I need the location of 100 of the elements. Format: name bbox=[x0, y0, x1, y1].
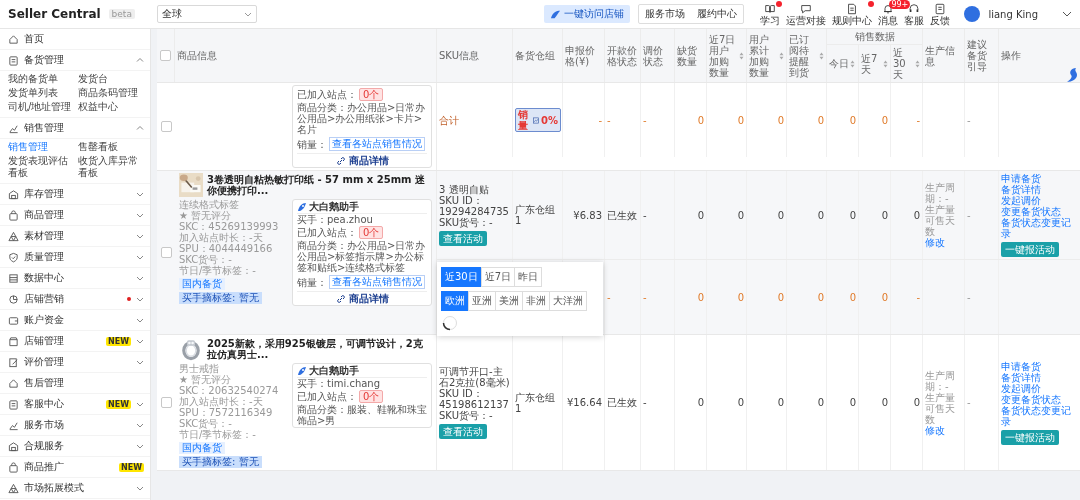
sidebar-subitem[interactable]: 发货表现评估看板 bbox=[8, 155, 74, 179]
region-tab[interactable]: 美洲 bbox=[495, 291, 523, 311]
sidebar-item[interactable]: 售后管理 bbox=[0, 373, 150, 394]
sidebar-subitem[interactable]: 司机/地址管理 bbox=[8, 101, 74, 113]
region-tab[interactable]: 非洲 bbox=[522, 291, 550, 311]
sidebar-item[interactable]: 数据中心 bbox=[0, 268, 150, 289]
checkbox[interactable] bbox=[160, 121, 172, 132]
chevron-down-icon[interactable] bbox=[136, 421, 144, 429]
sidebar-item[interactable]: 账户资金 bbox=[0, 310, 150, 331]
sidebar-item[interactable]: 商品推广 NEW bbox=[0, 457, 150, 478]
sort-icon[interactable] bbox=[739, 51, 744, 60]
toolbar-label[interactable]: 规则中心 bbox=[832, 14, 873, 26]
chevron-down-icon[interactable] bbox=[136, 211, 144, 219]
action-link[interactable]: 备货状态变更记录 bbox=[1001, 404, 1078, 427]
column-header[interactable]: 已订阅待提醒到货 bbox=[789, 33, 818, 78]
visit-store-button[interactable]: 一键访问店铺 bbox=[544, 5, 631, 23]
chevron-down-icon[interactable] bbox=[136, 442, 144, 450]
action-link[interactable]: 发起调价 bbox=[1001, 195, 1041, 206]
sidebar-item[interactable]: 备货管理 bbox=[0, 50, 150, 71]
nav-tab[interactable]: 履约中心 bbox=[691, 5, 744, 23]
region-select[interactable]: 全球 bbox=[156, 5, 257, 23]
column-header[interactable]: 近30天 bbox=[893, 47, 914, 80]
checkbox[interactable] bbox=[160, 397, 172, 408]
sidebar-item[interactable]: 合规服务 bbox=[0, 436, 150, 457]
sidebar-item[interactable]: 市场拓展模式 bbox=[0, 478, 150, 499]
detail-link[interactable]: 商品详情 bbox=[297, 291, 427, 304]
action-link[interactable]: 发起调价 bbox=[1001, 382, 1041, 394]
column-header[interactable]: 用户累计加购数量 bbox=[749, 33, 778, 78]
sort-icon[interactable] bbox=[883, 59, 888, 68]
product-title[interactable]: 2025新款，采用925银镀层，可调节设计，2克拉仿真男士... bbox=[207, 338, 432, 360]
avatar-icon[interactable] bbox=[964, 6, 981, 22]
action-link[interactable]: 备货详情 bbox=[1001, 371, 1041, 383]
action-link[interactable]: 备货状态变更记录 bbox=[1001, 217, 1078, 239]
sort-icon[interactable] bbox=[915, 59, 920, 68]
logo-icon[interactable] bbox=[1066, 67, 1078, 83]
sidebar-item[interactable]: 商品管理 bbox=[0, 205, 150, 226]
sort-icon[interactable] bbox=[850, 59, 855, 68]
chevron-down-icon[interactable] bbox=[136, 400, 144, 408]
chevron-down-icon[interactable] bbox=[136, 253, 144, 261]
sidebar-item[interactable]: 店铺营销 bbox=[0, 289, 150, 310]
sidebar-item[interactable]: 首页 bbox=[0, 29, 150, 50]
chevron-down-icon[interactable] bbox=[136, 358, 144, 366]
checkbox[interactable] bbox=[160, 50, 171, 61]
chevron-down-icon[interactable] bbox=[136, 316, 144, 324]
product-title[interactable]: 3卷透明自粘热敏打印纸 - 57 mm x 25mm 迷你便携打印... bbox=[207, 174, 432, 196]
region-tab[interactable]: 欧洲 bbox=[441, 291, 469, 311]
action-link[interactable]: 变更备货状态 bbox=[1001, 393, 1061, 405]
toolbar-label[interactable]: 运营对接 bbox=[786, 14, 827, 26]
nav-tab[interactable]: 服务市场 bbox=[639, 5, 692, 23]
sidebar-item[interactable]: 销售管理 bbox=[0, 118, 150, 139]
sort-icon[interactable] bbox=[819, 51, 824, 60]
chat-icon[interactable] bbox=[800, 2, 813, 15]
sidebar-item[interactable]: 店铺管理 NEW bbox=[0, 331, 150, 352]
action-link[interactable]: 申请备货 bbox=[1001, 173, 1041, 184]
sidebar-item[interactable]: 服务市场 bbox=[0, 415, 150, 436]
chevron-down-icon[interactable] bbox=[136, 484, 144, 492]
toolbar-label[interactable]: 反馈 bbox=[930, 14, 951, 26]
sidebar-item[interactable]: 库存管理 bbox=[0, 184, 150, 205]
sidebar-subitem[interactable]: 我的备货单 bbox=[8, 73, 74, 85]
chevron-down-icon[interactable] bbox=[1062, 9, 1072, 19]
checkbox[interactable] bbox=[160, 247, 172, 258]
sidebar-item[interactable]: 素材管理 bbox=[0, 226, 150, 247]
toolbar-label[interactable]: 学习 bbox=[760, 14, 781, 26]
sidebar-subitem[interactable]: 商品条码管理 bbox=[78, 87, 144, 99]
sales-button[interactable]: 查看各站点销售情况 bbox=[329, 137, 425, 151]
user-name[interactable]: liang King bbox=[988, 8, 1038, 20]
chevron-down-icon[interactable] bbox=[136, 337, 144, 345]
action-link[interactable]: 变更备货状态 bbox=[1001, 206, 1061, 217]
book-icon[interactable] bbox=[764, 2, 777, 15]
headset-icon[interactable] bbox=[908, 2, 921, 15]
edit-link[interactable]: 修改 bbox=[925, 237, 945, 248]
edit-link[interactable]: 修改 bbox=[925, 424, 945, 436]
chevron-down-icon[interactable] bbox=[136, 274, 144, 282]
region-tab[interactable]: 大洋洲 bbox=[549, 291, 587, 311]
sidebar-subitem[interactable]: 权益中心 bbox=[78, 101, 144, 113]
sidebar-item[interactable]: 质量管理 bbox=[0, 247, 150, 268]
period-tab[interactable]: 近30日 bbox=[441, 267, 482, 287]
sales-button[interactable]: 查看各站点销售情况 bbox=[329, 275, 425, 289]
detail-link[interactable]: 商品详情 bbox=[297, 153, 427, 166]
chevron-down-icon[interactable] bbox=[136, 232, 144, 240]
sidebar-subitem[interactable]: 售罄看板 bbox=[78, 141, 144, 153]
region-tab[interactable]: 亚洲 bbox=[468, 291, 496, 311]
column-header[interactable]: 近7日用户加购数量 bbox=[709, 33, 738, 78]
sidebar-item[interactable]: 客服中心 NEW bbox=[0, 394, 150, 415]
toolbar-label[interactable]: 消息 bbox=[878, 14, 899, 26]
sidebar-subitem[interactable]: 发货单列表 bbox=[8, 87, 74, 99]
sidebar-item[interactable]: 评价管理 bbox=[0, 352, 150, 373]
action-link[interactable]: 申请备货 bbox=[1001, 360, 1041, 372]
action-link[interactable]: 备货详情 bbox=[1001, 184, 1041, 195]
feedback-icon[interactable] bbox=[934, 2, 947, 15]
toolbar-label[interactable]: 客服 bbox=[904, 14, 925, 26]
period-tab[interactable]: 昨日 bbox=[514, 267, 543, 287]
document-icon[interactable] bbox=[846, 2, 859, 15]
chevron-down-icon[interactable] bbox=[136, 190, 144, 198]
sidebar-subitem[interactable]: 销售管理 bbox=[8, 141, 74, 153]
chevron-down-icon[interactable] bbox=[136, 295, 144, 303]
column-header[interactable]: 今日 bbox=[829, 58, 849, 69]
sidebar-subitem[interactable]: 收货入库异常看板 bbox=[78, 155, 144, 179]
sort-icon[interactable] bbox=[779, 51, 784, 60]
sidebar-subitem[interactable]: 发货台 bbox=[78, 73, 144, 85]
